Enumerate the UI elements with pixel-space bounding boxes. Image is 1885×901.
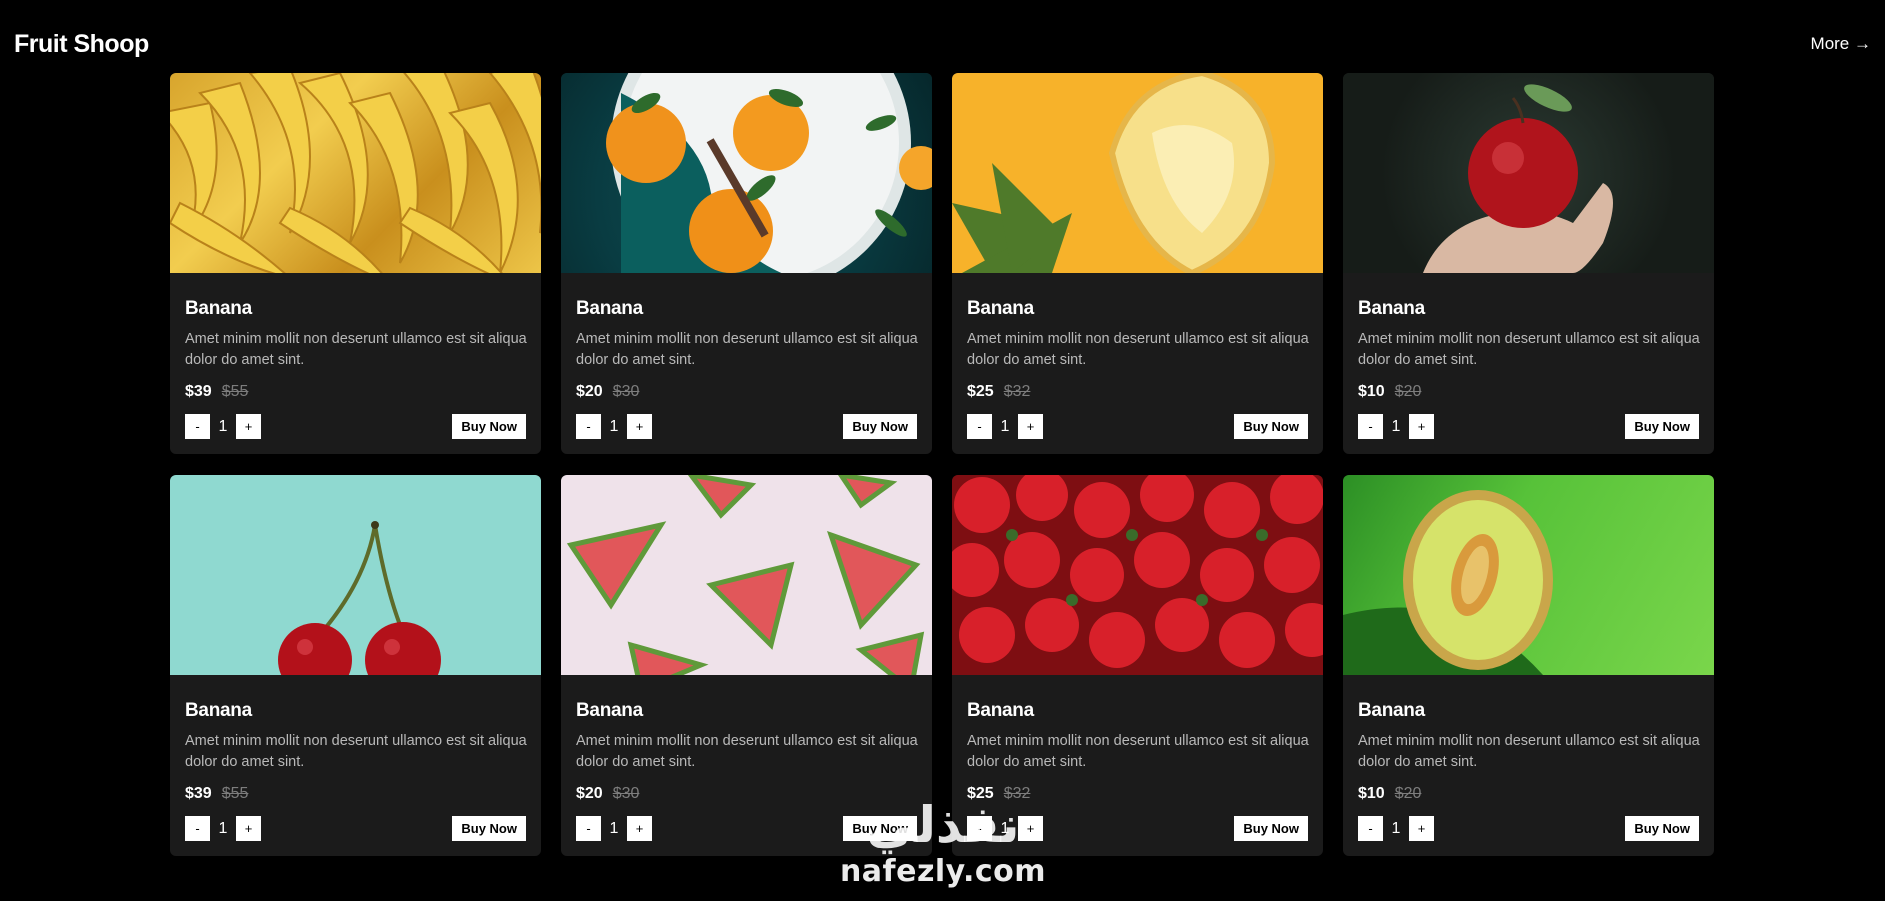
product-title: Banana — [1358, 298, 1425, 319]
quantity-value: 1 — [1000, 819, 1010, 837]
old-price: $32 — [1003, 383, 1031, 400]
product-card: Banana Amet minim mollit non deserunt ul… — [1343, 73, 1714, 454]
product-description: Amet minim mollit non deserunt ullamco e… — [967, 733, 1309, 770]
apple-image — [1343, 73, 1714, 273]
buy-now-button[interactable]: Buy Now — [1234, 414, 1308, 439]
product-grid: Banana Amet minim mollit non deserunt ul… — [170, 73, 1716, 856]
product-description: Amet minim mollit non deserunt ullamco e… — [576, 733, 918, 770]
product-title: Banana — [185, 298, 252, 319]
melon-image — [1343, 475, 1714, 675]
increase-quantity-button[interactable]: + — [1409, 414, 1434, 439]
product-description: Amet minim mollit non deserunt ullamco e… — [1358, 331, 1700, 368]
increase-quantity-button[interactable]: + — [1409, 816, 1434, 841]
product-title: Banana — [576, 298, 643, 319]
decrease-quantity-button[interactable]: - — [967, 414, 992, 439]
header: Fruit Shoop More → — [0, 0, 1885, 80]
product-description: Amet minim mollit non deserunt ullamco e… — [185, 733, 527, 770]
strawberries-image — [952, 475, 1323, 675]
increase-quantity-button[interactable]: + — [1018, 816, 1043, 841]
cherries-image — [170, 475, 541, 675]
increase-quantity-button[interactable]: + — [627, 414, 652, 439]
price: $10 — [1358, 383, 1385, 400]
old-price: $20 — [1394, 383, 1422, 400]
product-description: Amet minim mollit non deserunt ullamco e… — [1358, 733, 1700, 770]
buy-now-button[interactable]: Buy Now — [1234, 816, 1308, 841]
product-title: Banana — [967, 298, 1034, 319]
pineapple-image — [952, 73, 1323, 273]
price: $20 — [576, 785, 603, 802]
more-link[interactable]: More → — [1811, 34, 1871, 54]
buy-now-button[interactable]: Buy Now — [1625, 816, 1699, 841]
buy-now-button[interactable]: Buy Now — [452, 414, 526, 439]
old-price: $20 — [1394, 785, 1422, 802]
watermelon-image — [561, 475, 932, 675]
old-price: $55 — [221, 785, 249, 802]
decrease-quantity-button[interactable]: - — [1358, 816, 1383, 841]
watermark-domain-text: nafezly.com — [839, 854, 1047, 889]
product-description: Amet minim mollit non deserunt ullamco e… — [185, 331, 527, 368]
decrease-quantity-button[interactable]: - — [1358, 414, 1383, 439]
price: $20 — [576, 383, 603, 400]
buy-now-button[interactable]: Buy Now — [1625, 414, 1699, 439]
price: $25 — [967, 383, 994, 400]
quantity-value: 1 — [1000, 417, 1010, 435]
product-description: Amet minim mollit non deserunt ullamco e… — [967, 331, 1309, 368]
buy-now-button[interactable]: Buy Now — [843, 816, 917, 841]
old-price: $30 — [612, 785, 640, 802]
price: $10 — [1358, 785, 1385, 802]
quantity-value: 1 — [609, 819, 619, 837]
old-price: $30 — [612, 383, 640, 400]
brand-title: Fruit Shoop — [14, 30, 149, 58]
old-price: $55 — [221, 383, 249, 400]
product-description: Amet minim mollit non deserunt ullamco e… — [576, 331, 918, 368]
product-card: Banana Amet minim mollit non deserunt ul… — [561, 73, 932, 454]
product-card: Banana Amet minim mollit non deserunt ul… — [1343, 475, 1714, 856]
price: $25 — [967, 785, 994, 802]
quantity-value: 1 — [1391, 819, 1401, 837]
increase-quantity-button[interactable]: + — [236, 816, 261, 841]
quantity-value: 1 — [218, 819, 228, 837]
old-price: $32 — [1003, 785, 1031, 802]
product-title: Banana — [1358, 700, 1425, 721]
decrease-quantity-button[interactable]: - — [967, 816, 992, 841]
product-card: Banana Amet minim mollit non deserunt ul… — [170, 73, 541, 454]
product-card: Banana Amet minim mollit non deserunt ul… — [561, 475, 932, 856]
bananas-image — [170, 73, 541, 273]
price: $39 — [185, 383, 212, 400]
product-card: Banana Amet minim mollit non deserunt ul… — [952, 73, 1323, 454]
decrease-quantity-button[interactable]: - — [576, 816, 601, 841]
quantity-value: 1 — [218, 417, 228, 435]
increase-quantity-button[interactable]: + — [236, 414, 261, 439]
increase-quantity-button[interactable]: + — [1018, 414, 1043, 439]
product-card: Banana Amet minim mollit non deserunt ul… — [170, 475, 541, 856]
price: $39 — [185, 785, 212, 802]
quantity-value: 1 — [1391, 417, 1401, 435]
buy-now-button[interactable]: Buy Now — [452, 816, 526, 841]
increase-quantity-button[interactable]: + — [627, 816, 652, 841]
product-title: Banana — [185, 700, 252, 721]
buy-now-button[interactable]: Buy Now — [843, 414, 917, 439]
oranges-image — [561, 73, 932, 273]
decrease-quantity-button[interactable]: - — [185, 414, 210, 439]
decrease-quantity-button[interactable]: - — [185, 816, 210, 841]
decrease-quantity-button[interactable]: - — [576, 414, 601, 439]
quantity-value: 1 — [609, 417, 619, 435]
product-title: Banana — [967, 700, 1034, 721]
product-card: Banana Amet minim mollit non deserunt ul… — [952, 475, 1323, 856]
product-title: Banana — [576, 700, 643, 721]
